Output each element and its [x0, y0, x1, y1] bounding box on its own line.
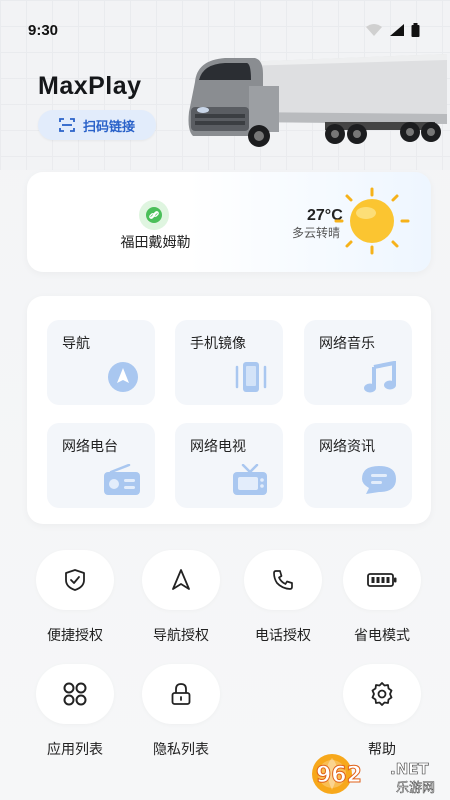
app-tile-news[interactable]: 网络资讯	[304, 423, 412, 508]
app-tile-label: 手机镜像	[190, 335, 246, 351]
lock-icon	[171, 683, 191, 705]
site-watermark-logo: 962 .NET 乐游网	[312, 754, 435, 796]
power-save-button[interactable]	[343, 550, 421, 610]
status-bar: 9:30	[0, 0, 450, 60]
phone-mirror-icon	[235, 362, 267, 392]
app-tile-label: 网络电台	[62, 438, 118, 454]
quick-authorize-label: 便捷授权	[47, 627, 103, 643]
navigation-arrow-icon	[108, 362, 138, 392]
link-icon	[139, 200, 169, 230]
status-time: 9:30	[28, 21, 59, 39]
status-icons	[365, 23, 420, 37]
signal-icon	[390, 24, 404, 36]
app-grid-icon	[63, 682, 87, 706]
shield-check-icon	[65, 569, 85, 591]
app-list-label: 应用列表	[47, 741, 103, 757]
app-tile-tv[interactable]: 网络电视	[175, 423, 283, 508]
scan-connect-button[interactable]: 扫码链接	[38, 110, 156, 140]
app-list-item[interactable]: 应用列表	[30, 664, 120, 764]
app-tile-radio[interactable]: 网络电台	[47, 423, 155, 508]
scan-button-label: 扫码链接	[82, 118, 135, 134]
battery-icon	[367, 573, 397, 587]
navigation-authorize-button[interactable]	[142, 550, 220, 610]
sun-weather-icon	[334, 187, 410, 255]
app-tile-label: 网络音乐	[319, 335, 375, 351]
truck-illustration	[188, 54, 447, 147]
app-list-button[interactable]	[36, 664, 114, 724]
navigation-authorize-item[interactable]: 导航授权	[136, 550, 226, 650]
navigation-arrow-icon	[172, 569, 190, 590]
quick-authorize-item[interactable]: 便捷授权	[30, 550, 120, 650]
privacy-list-button[interactable]	[142, 664, 220, 724]
watermark-site-name: 乐游网	[396, 781, 435, 796]
help-button[interactable]	[343, 664, 421, 724]
app-title: MaxPlay	[38, 72, 142, 100]
gear-icon	[371, 682, 393, 706]
privacy-list-label: 隐私列表	[153, 741, 209, 757]
vehicle-name: 福田戴姆勒	[120, 234, 191, 250]
wifi-icon	[366, 24, 382, 36]
scan-icon	[59, 118, 75, 132]
phone-authorize-item[interactable]: 电话授权	[238, 550, 328, 650]
phone-authorize-label: 电话授权	[255, 627, 311, 643]
phone-icon	[273, 570, 293, 590]
app-tile-phone-mirror[interactable]: 手机镜像	[175, 320, 283, 405]
power-save-item[interactable]: 省电模式	[337, 550, 427, 650]
app-tile-label: 网络资讯	[319, 438, 375, 454]
watermark-number: 962	[316, 763, 362, 788]
battery-status-icon	[411, 23, 420, 37]
navigation-authorize-label: 导航授权	[153, 627, 209, 643]
quick-authorize-button[interactable]	[36, 550, 114, 610]
news-chat-icon	[362, 466, 396, 494]
music-note-icon	[364, 361, 396, 393]
app-tile-label: 网络电视	[190, 438, 246, 454]
app-tile-navigation[interactable]: 导航	[47, 320, 155, 405]
power-save-label: 省电模式	[354, 627, 410, 643]
tv-icon	[233, 464, 267, 495]
phone-authorize-button[interactable]	[244, 550, 322, 610]
watermark-domain: .NET	[390, 760, 429, 778]
apps-panel: 导航 手机镜像 网络音乐 网络电台 网络电视 网络资讯	[27, 296, 431, 524]
privacy-list-item[interactable]: 隐私列表	[136, 664, 226, 764]
app-tile-label: 导航	[62, 335, 90, 351]
radio-icon	[104, 464, 140, 495]
app-tile-music[interactable]: 网络音乐	[304, 320, 412, 405]
